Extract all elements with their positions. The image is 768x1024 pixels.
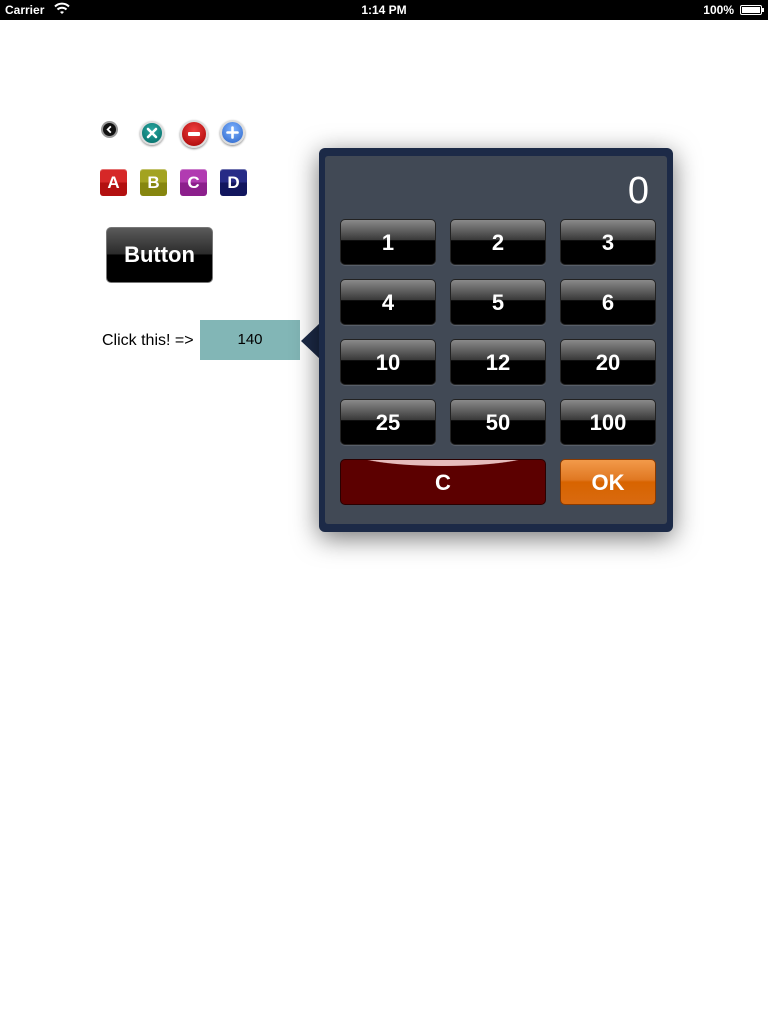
- key-3[interactable]: 3: [560, 219, 656, 265]
- ok-button[interactable]: OK: [560, 459, 656, 505]
- keypad-display: 0: [627, 170, 649, 212]
- minus-icon[interactable]: [180, 120, 208, 148]
- status-bar: Carrier 1:14 PM 100%: [0, 0, 768, 20]
- keypad-popover: 0 1 2 3 4 5 6 10 12 20 25 50 100 C OK: [319, 148, 673, 532]
- key-10[interactable]: 10: [340, 339, 436, 385]
- battery-percentage: 100%: [703, 3, 734, 17]
- key-5[interactable]: 5: [450, 279, 546, 325]
- key-100[interactable]: 100: [560, 399, 656, 445]
- battery-icon: [740, 5, 764, 15]
- key-50[interactable]: 50: [450, 399, 546, 445]
- key-20[interactable]: 20: [560, 339, 656, 385]
- key-12[interactable]: 12: [450, 339, 546, 385]
- tile-a-button[interactable]: A: [100, 169, 127, 196]
- clock: 1:14 PM: [361, 3, 407, 17]
- close-icon[interactable]: [140, 121, 164, 145]
- key-2[interactable]: 2: [450, 219, 546, 265]
- main-button[interactable]: Button: [106, 227, 213, 283]
- tile-d-button[interactable]: D: [220, 169, 247, 196]
- popover-arrow: [301, 323, 320, 359]
- value-field[interactable]: 140: [200, 320, 300, 360]
- key-1[interactable]: 1: [340, 219, 436, 265]
- key-6[interactable]: 6: [560, 279, 656, 325]
- key-4[interactable]: 4: [340, 279, 436, 325]
- clear-button[interactable]: C: [340, 459, 546, 505]
- tile-b-button[interactable]: B: [140, 169, 167, 196]
- key-25[interactable]: 25: [340, 399, 436, 445]
- click-prompt-label: Click this! =>: [102, 332, 194, 349]
- back-icon[interactable]: [101, 121, 118, 138]
- keypad-body: 0 1 2 3 4 5 6 10 12 20 25 50 100 C OK: [325, 156, 667, 524]
- plus-icon[interactable]: [220, 120, 245, 145]
- tile-c-button[interactable]: C: [180, 169, 207, 196]
